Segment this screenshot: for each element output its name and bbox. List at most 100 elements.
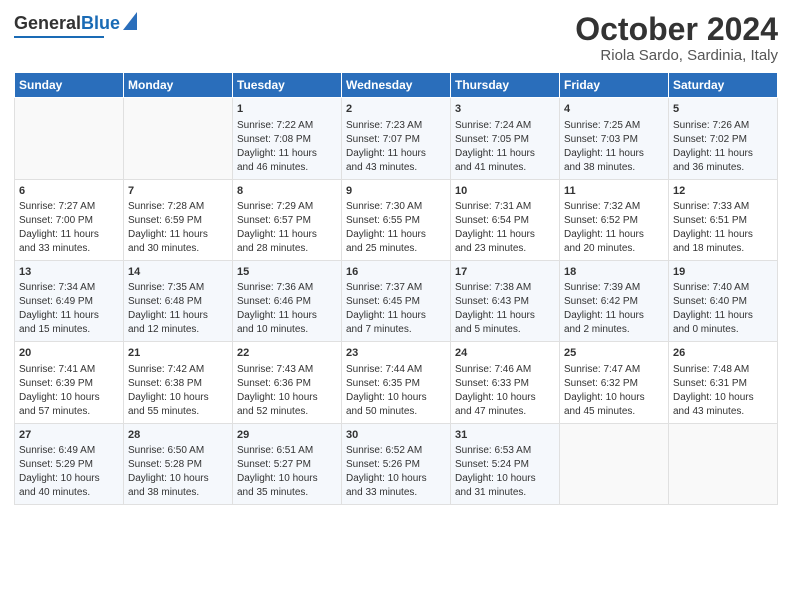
cell-line: Sunset: 6:43 PM bbox=[455, 295, 555, 309]
cell-line: and 31 minutes. bbox=[455, 486, 555, 500]
cell-line: Sunset: 6:39 PM bbox=[19, 377, 119, 391]
day-number: 3 bbox=[455, 102, 555, 117]
cell-line: Daylight: 10 hours bbox=[455, 391, 555, 405]
cell-line: Sunset: 6:32 PM bbox=[564, 377, 664, 391]
day-number: 20 bbox=[19, 346, 119, 361]
title-block: October 2024 Riola Sardo, Sardinia, Ital… bbox=[575, 12, 778, 64]
cell-line: Daylight: 11 hours bbox=[128, 309, 228, 323]
cell-line: Sunset: 6:49 PM bbox=[19, 295, 119, 309]
cell-line: Sunset: 6:57 PM bbox=[237, 214, 337, 228]
day-number: 2 bbox=[346, 102, 446, 117]
cell-line: and 43 minutes. bbox=[673, 405, 773, 419]
cell-line: Daylight: 10 hours bbox=[455, 472, 555, 486]
cell-line: Sunrise: 7:33 AM bbox=[673, 200, 773, 214]
cell-line: Sunrise: 6:51 AM bbox=[237, 444, 337, 458]
cell-line: and 52 minutes. bbox=[237, 405, 337, 419]
cell-line: Sunrise: 6:49 AM bbox=[19, 444, 119, 458]
calendar-cell: 24Sunrise: 7:46 AMSunset: 6:33 PMDayligh… bbox=[451, 342, 560, 423]
day-number: 30 bbox=[346, 428, 446, 443]
page: GeneralBlue October 2024 Riola Sardo, Sa… bbox=[0, 0, 792, 612]
day-number: 16 bbox=[346, 265, 446, 280]
calendar-cell: 17Sunrise: 7:38 AMSunset: 6:43 PMDayligh… bbox=[451, 260, 560, 341]
cell-line: Sunrise: 7:38 AM bbox=[455, 281, 555, 295]
cell-line: and 38 minutes. bbox=[128, 486, 228, 500]
cell-line: and 5 minutes. bbox=[455, 323, 555, 337]
calendar-cell: 28Sunrise: 6:50 AMSunset: 5:28 PMDayligh… bbox=[124, 423, 233, 504]
cell-line: Sunset: 7:07 PM bbox=[346, 133, 446, 147]
day-number: 22 bbox=[237, 346, 337, 361]
calendar-cell: 6Sunrise: 7:27 AMSunset: 7:00 PMDaylight… bbox=[15, 179, 124, 260]
cell-line: Sunset: 6:54 PM bbox=[455, 214, 555, 228]
cell-line: and 30 minutes. bbox=[128, 242, 228, 256]
calendar-cell: 21Sunrise: 7:42 AMSunset: 6:38 PMDayligh… bbox=[124, 342, 233, 423]
cell-line: Sunrise: 7:44 AM bbox=[346, 363, 446, 377]
cell-line: Sunrise: 7:26 AM bbox=[673, 119, 773, 133]
cell-line: and 41 minutes. bbox=[455, 161, 555, 175]
cell-line: Sunset: 6:48 PM bbox=[128, 295, 228, 309]
calendar-cell: 2 Sunrise: 7:23 AMSunset: 7:07 PMDaylight… bbox=[342, 98, 451, 179]
cell-line: and 20 minutes. bbox=[564, 242, 664, 256]
day-number: 5 bbox=[673, 102, 773, 117]
cell-line: and 57 minutes. bbox=[19, 405, 119, 419]
logo-triangle-icon bbox=[123, 12, 137, 30]
week-row-3: 20Sunrise: 7:41 AMSunset: 6:39 PMDayligh… bbox=[15, 342, 778, 423]
cell-line: Sunset: 7:02 PM bbox=[673, 133, 773, 147]
cell-line: and 43 minutes. bbox=[346, 161, 446, 175]
cell-line: Sunset: 5:28 PM bbox=[128, 458, 228, 472]
cell-line: Sunset: 6:36 PM bbox=[237, 377, 337, 391]
header-cell-sunday: Sunday bbox=[15, 73, 124, 98]
cell-line: Sunset: 7:00 PM bbox=[19, 214, 119, 228]
cell-line: Sunrise: 7:29 AM bbox=[237, 200, 337, 214]
cell-line: and 10 minutes. bbox=[237, 323, 337, 337]
cell-line: and 33 minutes. bbox=[19, 242, 119, 256]
cell-line: Sunset: 6:35 PM bbox=[346, 377, 446, 391]
logo-line bbox=[14, 36, 104, 38]
day-number: 28 bbox=[128, 428, 228, 443]
cell-line: Sunset: 6:46 PM bbox=[237, 295, 337, 309]
day-number: 29 bbox=[237, 428, 337, 443]
calendar-cell: 10Sunrise: 7:31 AMSunset: 6:54 PMDayligh… bbox=[451, 179, 560, 260]
calendar-cell: 23Sunrise: 7:44 AMSunset: 6:35 PMDayligh… bbox=[342, 342, 451, 423]
cell-line: and 18 minutes. bbox=[673, 242, 773, 256]
cell-line: and 55 minutes. bbox=[128, 405, 228, 419]
cell-line: Daylight: 11 hours bbox=[455, 147, 555, 161]
cell-line: Sunset: 5:27 PM bbox=[237, 458, 337, 472]
cell-line: Sunset: 6:31 PM bbox=[673, 377, 773, 391]
cell-line: Daylight: 11 hours bbox=[346, 147, 446, 161]
week-row-4: 27Sunrise: 6:49 AMSunset: 5:29 PMDayligh… bbox=[15, 423, 778, 504]
day-number: 6 bbox=[19, 184, 119, 199]
cell-line: Sunrise: 7:36 AM bbox=[237, 281, 337, 295]
cell-line: Daylight: 11 hours bbox=[237, 147, 337, 161]
calendar-cell: 31Sunrise: 6:53 AMSunset: 5:24 PMDayligh… bbox=[451, 423, 560, 504]
cell-line: Sunset: 6:59 PM bbox=[128, 214, 228, 228]
cell-line: Sunrise: 7:23 AM bbox=[346, 119, 446, 133]
cell-line: Sunrise: 7:40 AM bbox=[673, 281, 773, 295]
cell-line: Sunset: 6:51 PM bbox=[673, 214, 773, 228]
header-cell-tuesday: Tuesday bbox=[233, 73, 342, 98]
day-number: 9 bbox=[346, 184, 446, 199]
cell-line: and 28 minutes. bbox=[237, 242, 337, 256]
title-month: October 2024 bbox=[575, 12, 778, 47]
cell-line: Sunset: 6:33 PM bbox=[455, 377, 555, 391]
cell-line: Daylight: 10 hours bbox=[19, 391, 119, 405]
cell-line: Sunrise: 6:50 AM bbox=[128, 444, 228, 458]
cell-line: Sunset: 6:55 PM bbox=[346, 214, 446, 228]
cell-line: Sunrise: 7:42 AM bbox=[128, 363, 228, 377]
cell-line: Daylight: 11 hours bbox=[564, 309, 664, 323]
cell-line: Sunset: 5:26 PM bbox=[346, 458, 446, 472]
cell-line: Sunrise: 7:35 AM bbox=[128, 281, 228, 295]
day-number: 15 bbox=[237, 265, 337, 280]
cell-line: Sunrise: 7:27 AM bbox=[19, 200, 119, 214]
calendar-cell: 22Sunrise: 7:43 AMSunset: 6:36 PMDayligh… bbox=[233, 342, 342, 423]
cell-line: Sunrise: 7:48 AM bbox=[673, 363, 773, 377]
cell-line: and 25 minutes. bbox=[346, 242, 446, 256]
calendar-cell: 13Sunrise: 7:34 AMSunset: 6:49 PMDayligh… bbox=[15, 260, 124, 341]
header-cell-friday: Friday bbox=[560, 73, 669, 98]
cell-line: and 23 minutes. bbox=[455, 242, 555, 256]
day-number: 14 bbox=[128, 265, 228, 280]
cell-line: Sunset: 5:24 PM bbox=[455, 458, 555, 472]
cell-line: Daylight: 11 hours bbox=[237, 228, 337, 242]
header-cell-monday: Monday bbox=[124, 73, 233, 98]
cell-line: Daylight: 11 hours bbox=[673, 228, 773, 242]
calendar-cell: 14Sunrise: 7:35 AMSunset: 6:48 PMDayligh… bbox=[124, 260, 233, 341]
